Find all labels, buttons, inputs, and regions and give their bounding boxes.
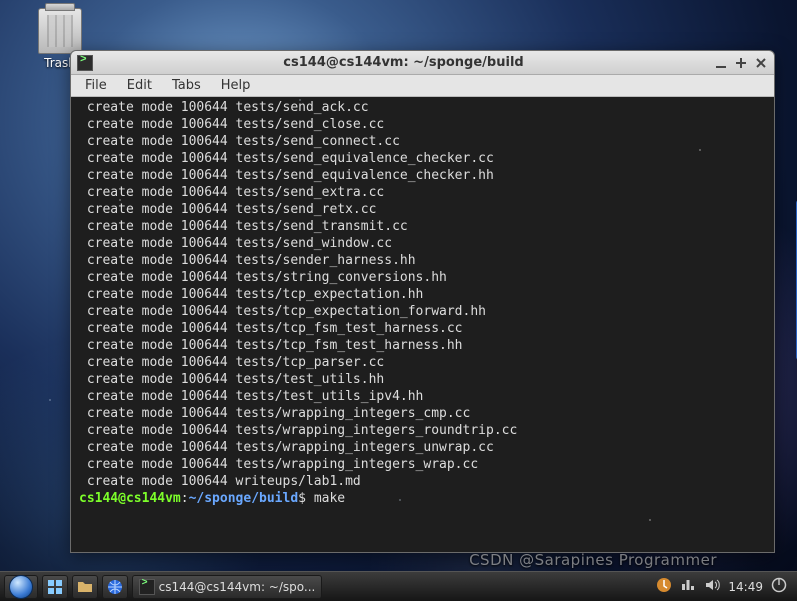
menu-help[interactable]: Help [213,76,259,95]
window-titlebar[interactable]: cs144@cs144vm: ~/sponge/build [71,51,774,75]
terminal-output-line: create mode 100644 tests/test_utils.hh [79,371,766,388]
terminal-output-line: create mode 100644 tests/string_conversi… [79,269,766,286]
terminal-output-line: create mode 100644 tests/send_retx.cc [79,201,766,218]
prompt-sep: : [181,491,189,506]
file-manager-button[interactable] [72,575,98,599]
tray-logout-button[interactable] [771,577,787,596]
maximize-icon [735,57,747,69]
terminal-output-line: create mode 100644 tests/wrapping_intege… [79,405,766,422]
terminal-output-line: create mode 100644 tests/wrapping_intege… [79,422,766,439]
terminal-output-line: create mode 100644 tests/send_ack.cc [79,99,766,116]
close-button[interactable] [754,56,768,70]
terminal-output-line: create mode 100644 tests/send_equivalenc… [79,167,766,184]
prompt-user-host: cs144@cs144vm [79,491,181,506]
globe-icon [107,579,123,595]
minimize-button[interactable] [714,56,728,70]
minimize-icon [715,57,727,69]
prompt-command: make [314,491,345,506]
tray-volume-button[interactable] [704,577,720,596]
taskbar-entry-label: cs144@cs144vm: ~/spo... [159,580,316,594]
terminal-output-line: create mode 100644 tests/send_transmit.c… [79,218,766,235]
taskbar: cs144@cs144vm: ~/spo... 14:49 [0,571,797,601]
terminal-prompt-line[interactable]: cs144@cs144vm:~/sponge/build$ make [79,490,766,507]
tray-update-button[interactable] [656,577,672,596]
close-icon [755,57,767,69]
terminal-output-line: create mode 100644 tests/tcp_fsm_test_ha… [79,337,766,354]
menu-tabs[interactable]: Tabs [164,76,209,95]
prompt-dollar: $ [298,491,314,506]
menu-file[interactable]: File [77,76,115,95]
terminal-icon [77,55,93,71]
terminal-output-line: create mode 100644 tests/send_equivalenc… [79,150,766,167]
web-browser-button[interactable] [102,575,128,599]
trash-icon [38,8,82,54]
tray-network-button[interactable] [680,577,696,596]
terminal-output-line: create mode 100644 writeups/lab1.md [79,473,766,490]
network-icon [680,577,696,593]
update-icon [656,577,672,593]
show-desktop-button[interactable] [42,575,68,599]
watermark-text: CSDN @Sarapines Programmer [469,551,717,569]
volume-icon [704,577,720,593]
window-title: cs144@cs144vm: ~/sponge/build [99,55,708,70]
start-orb-icon [9,575,33,599]
terminal-output-line: create mode 100644 tests/send_connect.cc [79,133,766,150]
terminal-output-line: create mode 100644 tests/send_close.cc [79,116,766,133]
prompt-path: ~/sponge/build [189,491,299,506]
terminal-output-line: create mode 100644 tests/sender_harness.… [79,252,766,269]
desktop: Trash cs144@cs144vm: ~/sponge/build File… [0,0,797,601]
terminal-output-line: create mode 100644 tests/send_extra.cc [79,184,766,201]
terminal-window: cs144@cs144vm: ~/sponge/build File Edit … [70,50,775,553]
terminal-output-line: create mode 100644 tests/tcp_fsm_test_ha… [79,320,766,337]
taskbar-entry-terminal[interactable]: cs144@cs144vm: ~/spo... [132,575,322,599]
terminal-icon [139,579,155,595]
terminal-output-line: create mode 100644 tests/test_utils_ipv4… [79,388,766,405]
terminal-body[interactable]: create mode 100644 tests/send_ack.cc cre… [71,97,774,552]
folder-icon [77,579,93,595]
power-icon [771,577,787,593]
menu-edit[interactable]: Edit [119,76,160,95]
start-menu-button[interactable] [4,575,38,599]
terminal-output-line: create mode 100644 tests/tcp_expectation… [79,286,766,303]
taskbar-clock[interactable]: 14:49 [728,580,763,594]
terminal-output-line: create mode 100644 tests/wrapping_intege… [79,439,766,456]
terminal-output-line: create mode 100644 tests/send_window.cc [79,235,766,252]
desktop-grid-icon [47,579,63,595]
maximize-button[interactable] [734,56,748,70]
window-menubar: File Edit Tabs Help [71,75,774,97]
system-tray: 14:49 [650,577,793,596]
terminal-output-line: create mode 100644 tests/tcp_expectation… [79,303,766,320]
terminal-output-line: create mode 100644 tests/tcp_parser.cc [79,354,766,371]
terminal-output-line: create mode 100644 tests/wrapping_intege… [79,456,766,473]
